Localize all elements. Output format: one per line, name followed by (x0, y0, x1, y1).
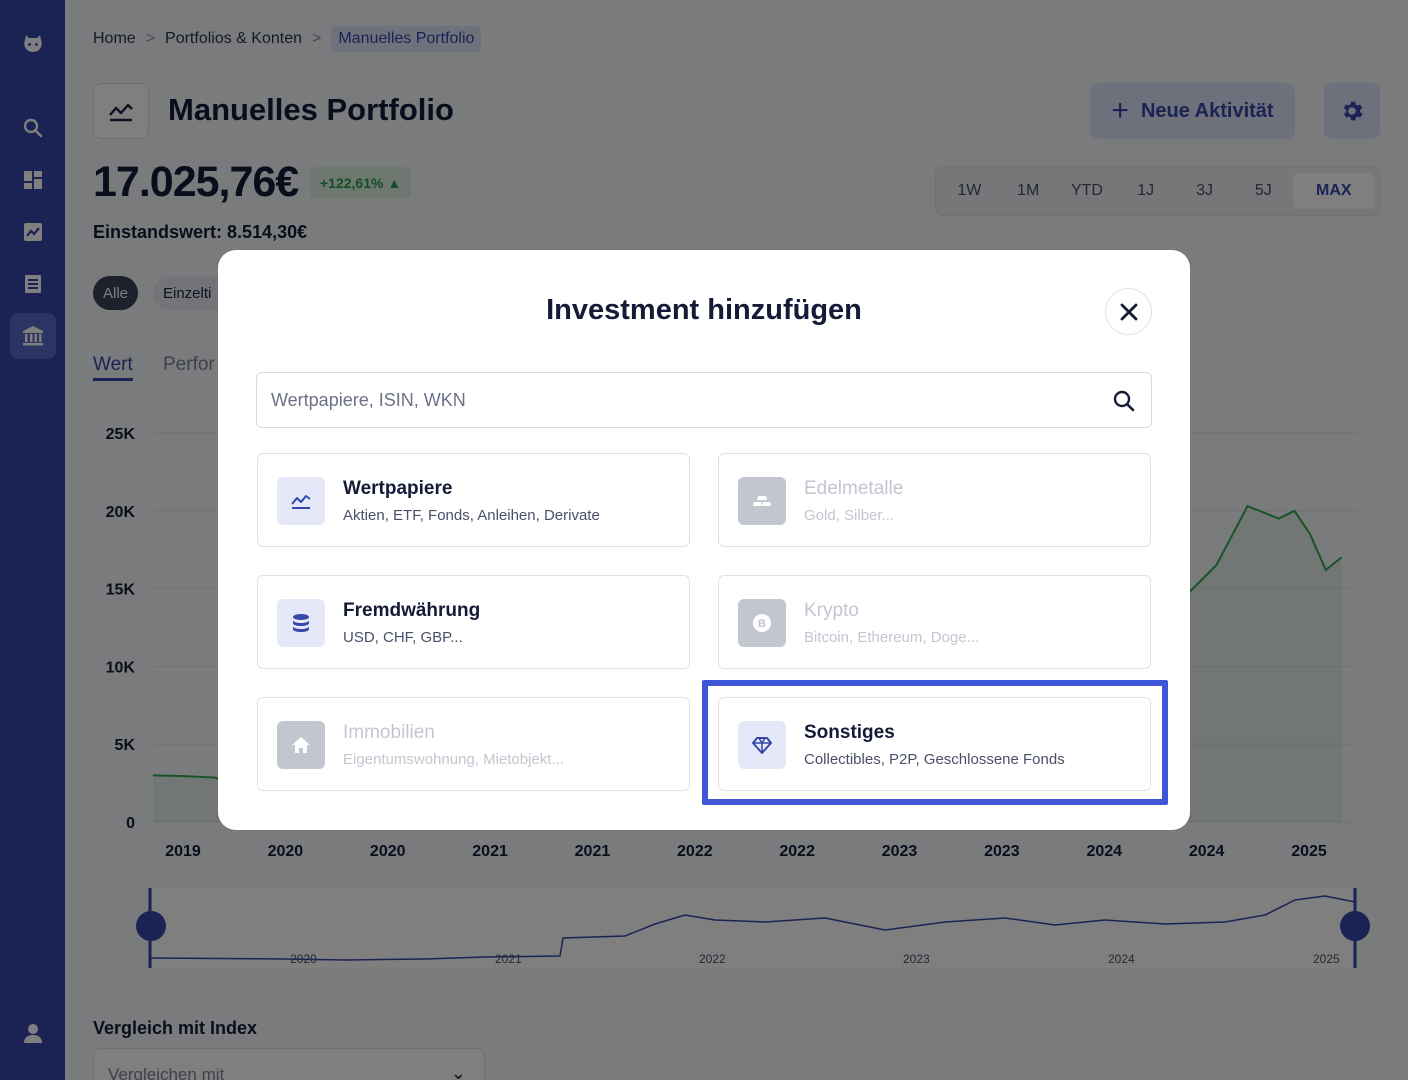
card-title: Krypto (804, 600, 859, 621)
close-button[interactable] (1105, 288, 1152, 335)
card-subtitle: Aktien, ETF, Fonds, Anleihen, Derivate (343, 507, 600, 524)
card-subtitle: Gold, Silber... (804, 507, 895, 524)
bitcoin-icon: B (738, 599, 786, 647)
card-subtitle: USD, CHF, GBP... (343, 629, 463, 646)
chart-line-icon (277, 477, 325, 525)
diamond-icon (738, 721, 786, 769)
card-subtitle: Bitcoin, Ethereum, Doge... (804, 629, 980, 646)
card-sonstiges[interactable]: Sonstiges Collectibles, P2P, Geschlossen… (718, 697, 1151, 791)
coins-stack-icon (277, 599, 325, 647)
card-subtitle: Collectibles, P2P, Geschlossene Fonds (804, 751, 1065, 768)
card-title: Fremdwährung (343, 600, 481, 621)
card-krypto: B Krypto Bitcoin, Ethereum, Doge... (718, 575, 1151, 669)
modal-title: Investment hinzufügen (546, 294, 862, 326)
card-subtitle: Eigentumswohnung, Mietobjekt... (343, 751, 564, 768)
card-title: Wertpapiere (343, 478, 453, 499)
search-icon[interactable] (1111, 388, 1137, 414)
card-title: Immobilien (343, 722, 435, 743)
gold-bars-icon (738, 477, 786, 525)
search-input[interactable] (257, 373, 1151, 427)
svg-text:B: B (758, 618, 766, 630)
house-icon (277, 721, 325, 769)
card-immobilien: Immobilien Eigentumswohnung, Mietobjekt.… (257, 697, 690, 791)
card-title: Sonstiges (804, 722, 895, 743)
card-fremdwaehrung[interactable]: Fremdwährung USD, CHF, GBP... (257, 575, 690, 669)
card-edelmetalle: Edelmetalle Gold, Silber... (718, 453, 1151, 547)
add-investment-modal: Investment hinzufügen Wertpapiere Aktien… (218, 250, 1190, 830)
card-wertpapiere[interactable]: Wertpapiere Aktien, ETF, Fonds, Anleihen… (257, 453, 690, 547)
search-box (256, 372, 1152, 428)
close-icon (1120, 303, 1137, 320)
card-title: Edelmetalle (804, 478, 904, 499)
